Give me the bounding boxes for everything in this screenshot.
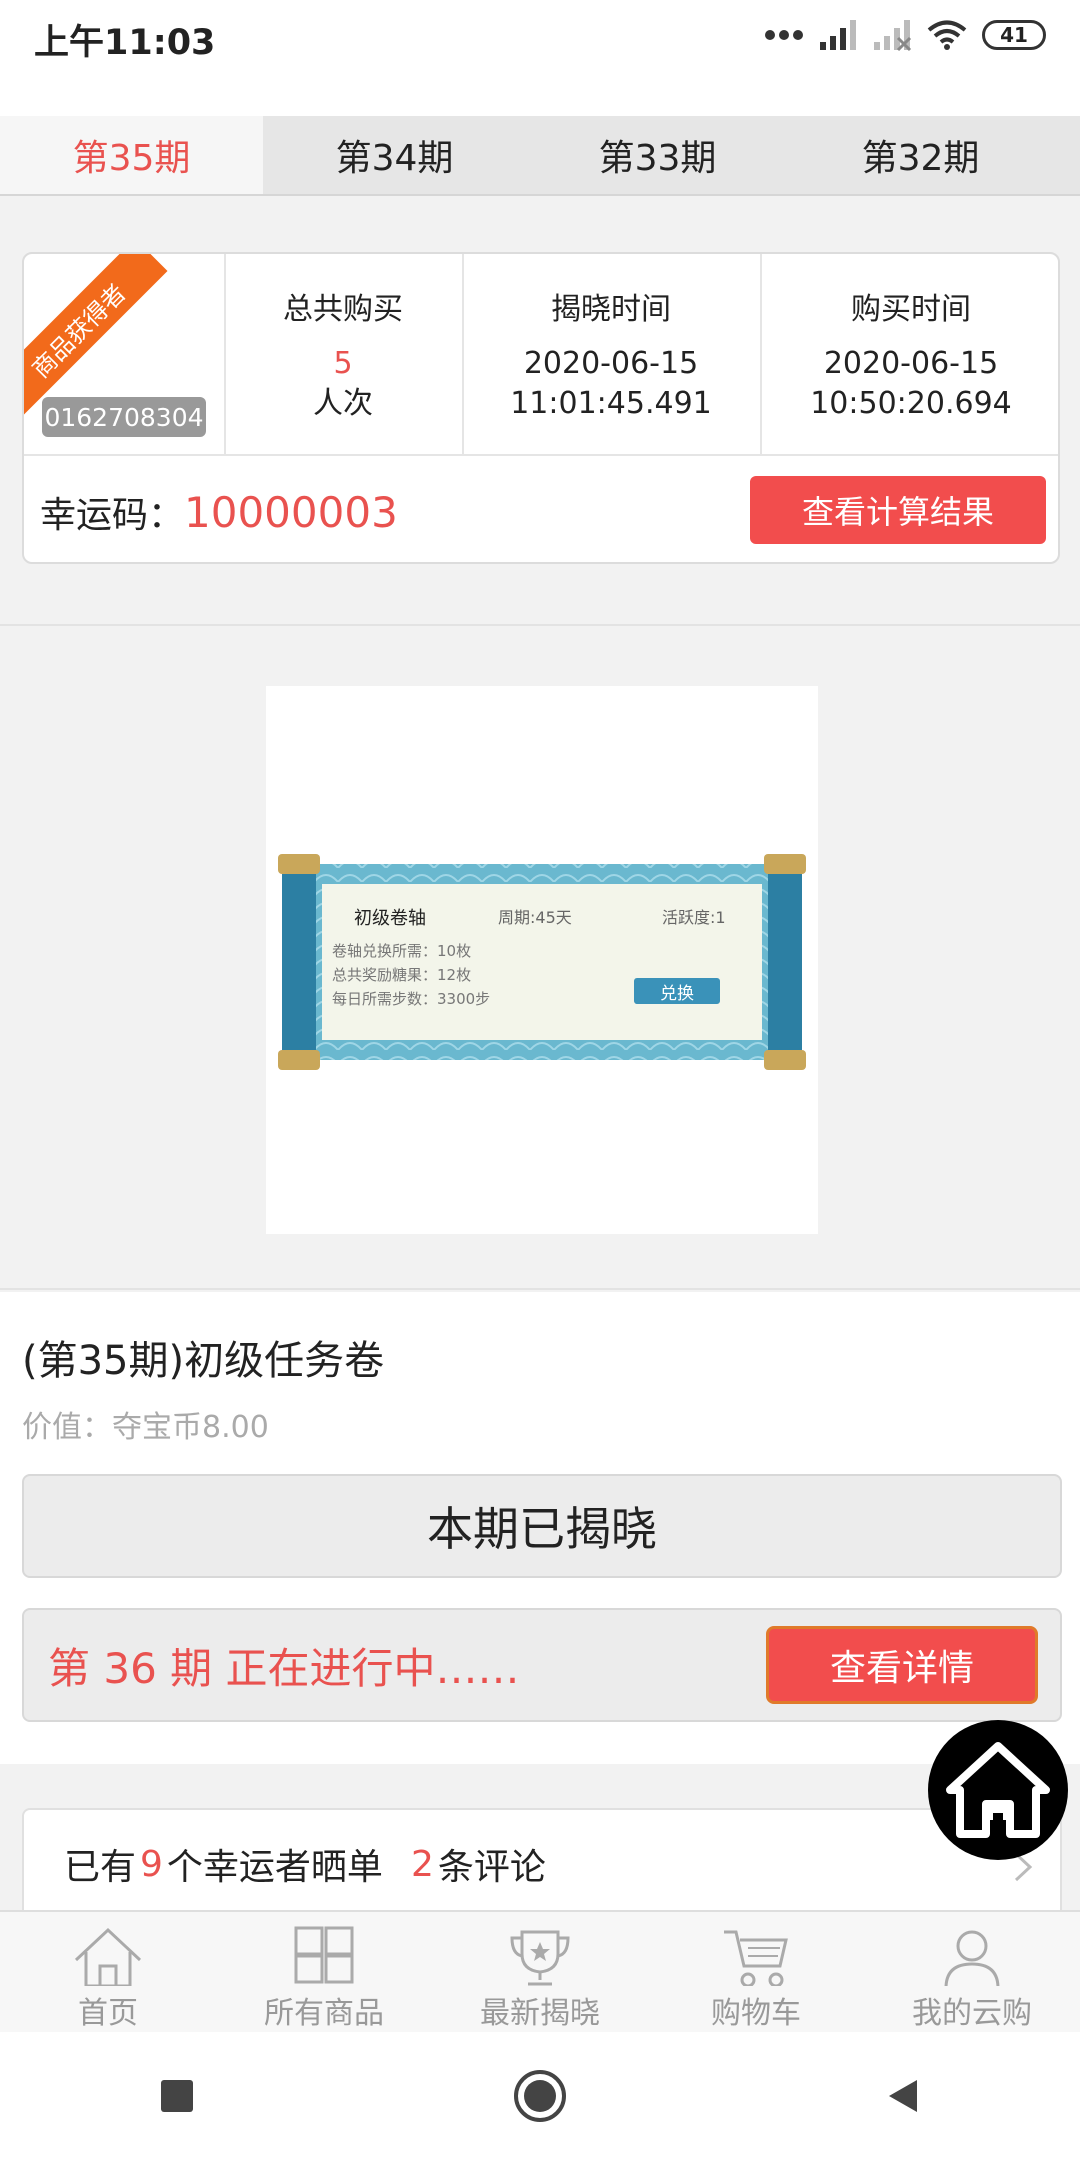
share-comments-row[interactable]: 已有 9 个幸运者晒单 2 条评论 bbox=[22, 1808, 1062, 1920]
back-icon[interactable] bbox=[883, 2076, 923, 2116]
status-icons: 41 bbox=[764, 18, 1046, 52]
lucky-code-label: 幸运码： bbox=[40, 495, 185, 536]
tab-period-35[interactable]: 第35期 bbox=[0, 116, 263, 194]
period-tabs: 第35期 第34期 第33期 第32期 bbox=[0, 116, 1080, 196]
tab-period-32[interactable]: 第32期 bbox=[789, 116, 1052, 194]
product-title: (第35期)初级任务卷 bbox=[22, 1338, 385, 1384]
home-outline-icon bbox=[946, 1742, 1050, 1838]
nav-cart[interactable]: 购物车 bbox=[648, 1912, 864, 2032]
buy-date: 2020-06-15 bbox=[823, 346, 999, 381]
recent-apps-icon[interactable] bbox=[157, 2076, 197, 2116]
buy-time: 10:50:20.694 bbox=[810, 386, 1012, 421]
share-prefix: 已有 bbox=[64, 1847, 137, 1888]
status-time: 上午11:03 bbox=[34, 23, 216, 63]
buy-time-cell: 购买时间 2020-06-15 10:50:20.694 bbox=[760, 254, 1058, 454]
status-bar: 上午11:03 41 bbox=[0, 0, 1080, 116]
lucky-code-row: 幸运码： 10000003 查看计算结果 bbox=[24, 454, 1058, 562]
next-period-box: 第 36 期 正在进行中…… 查看详情 bbox=[22, 1608, 1062, 1722]
winner-avatar-cell[interactable]: 商品获得者 0162708304 bbox=[24, 254, 226, 454]
reveal-time-label: 揭晓时间 bbox=[551, 292, 671, 327]
revealed-status: 本期已揭晓 bbox=[22, 1474, 1062, 1578]
user-icon bbox=[944, 1930, 1000, 1986]
tab-period-33[interactable]: 第33期 bbox=[526, 116, 789, 194]
view-details-button[interactable]: 查看详情 bbox=[766, 1626, 1038, 1704]
winner-card: 商品获得者 0162708304 总共购买 5 人次 揭晓时间 2020-06-… bbox=[22, 252, 1060, 564]
total-buy-label: 总共购买 bbox=[283, 292, 403, 327]
more-dots-icon bbox=[765, 30, 803, 40]
home-icon bbox=[74, 1927, 142, 1986]
view-calculation-button[interactable]: 查看计算结果 bbox=[750, 476, 1046, 544]
scroll-line3: 每日所需步数：3300步 bbox=[332, 990, 491, 1008]
signal-off-icon bbox=[874, 20, 912, 52]
lucky-code-value: 10000003 bbox=[184, 488, 398, 537]
grid-icon bbox=[294, 1926, 354, 1984]
winner-user-id: 0162708304 bbox=[42, 397, 206, 437]
bottom-nav: 首页 所有商品 最新揭晓 购物车 我的云购 bbox=[0, 1910, 1080, 2032]
scroll-exchange-label: 兑换 bbox=[660, 983, 694, 1004]
product-image[interactable]: 初级卷轴 周期:45天 活跃度:1 卷轴兑换所需：10枚 总共奖励糖果：12枚 … bbox=[266, 686, 818, 1234]
nav-home[interactable]: 首页 bbox=[0, 1912, 216, 2032]
scroll-line1: 卷轴兑换所需：10枚 bbox=[332, 942, 472, 960]
scroll-period: 周期:45天 bbox=[498, 908, 572, 927]
cart-icon bbox=[724, 1930, 788, 1986]
home-circle-icon[interactable] bbox=[512, 2068, 568, 2124]
lucky-code: 幸运码： 10000003 bbox=[40, 486, 398, 538]
share-mid: 个幸运者晒单 bbox=[166, 1847, 383, 1888]
next-period-text: 第 36 期 正在进行中…… bbox=[48, 1643, 520, 1693]
reveal-date: 2020-06-15 bbox=[523, 346, 699, 381]
system-nav-bar bbox=[0, 2032, 1080, 2160]
floating-home-button[interactable] bbox=[928, 1720, 1068, 1860]
nav-all-products[interactable]: 所有商品 bbox=[216, 1912, 432, 2032]
battery-icon: 41 bbox=[982, 20, 1046, 50]
nav-my-account[interactable]: 我的云购 bbox=[864, 1912, 1080, 2032]
nav-cart-label: 购物车 bbox=[711, 1996, 801, 2031]
comment-count: 2 bbox=[410, 1843, 434, 1885]
reveal-time-cell: 揭晓时间 2020-06-15 11:01:45.491 bbox=[462, 254, 762, 454]
nav-home-label: 首页 bbox=[78, 1996, 138, 2031]
scroll-line2: 总共奖励糖果：12枚 bbox=[332, 966, 472, 984]
signal-icon bbox=[820, 20, 856, 50]
nav-latest-reveals[interactable]: 最新揭晓 bbox=[432, 1912, 648, 2032]
nav-my-account-label: 我的云购 bbox=[912, 1996, 1032, 2031]
nav-all-products-label: 所有商品 bbox=[264, 1996, 384, 2031]
trophy-icon bbox=[510, 1930, 570, 1986]
scroll-title: 初级卷轴 bbox=[354, 908, 426, 929]
winner-ribbon: 商品获得者 bbox=[24, 254, 168, 420]
nav-latest-reveals-label: 最新揭晓 bbox=[480, 1996, 600, 2031]
scroll-activity: 活跃度:1 bbox=[662, 908, 726, 927]
tab-period-34[interactable]: 第34期 bbox=[263, 116, 526, 194]
share-count: 9 bbox=[140, 1843, 163, 1885]
total-buy-count: 5 bbox=[333, 346, 353, 381]
total-buy-unit: 人次 bbox=[313, 386, 373, 421]
product-price: 价值：夺宝币8.00 bbox=[22, 1410, 269, 1445]
reveal-time: 11:01:45.491 bbox=[510, 386, 712, 421]
buy-time-label: 购买时间 bbox=[851, 292, 971, 327]
total-buy-cell: 总共购买 5 人次 bbox=[224, 254, 464, 454]
comment-suffix: 条评论 bbox=[437, 1847, 546, 1888]
wifi-icon bbox=[927, 20, 967, 50]
